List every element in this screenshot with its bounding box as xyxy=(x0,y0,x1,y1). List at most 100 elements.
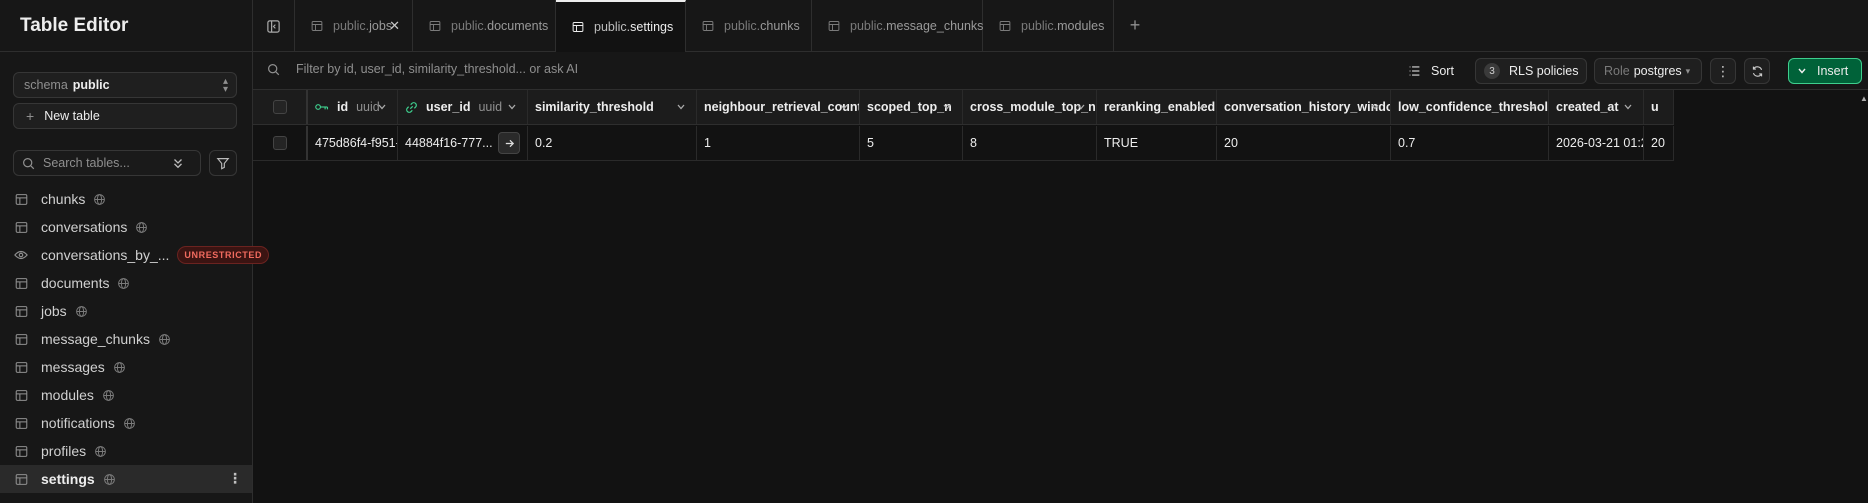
sort-button[interactable]: Sort xyxy=(1408,58,1454,84)
tab-schema: public. xyxy=(451,19,488,33)
column-header-created_at[interactable]: created_at xyxy=(1549,90,1644,124)
column-header-reranking_enabled[interactable]: reranking_enabled xyxy=(1097,90,1217,124)
search-tables-input[interactable]: Search tables... xyxy=(13,150,201,176)
more-options-button[interactable]: ⋮ xyxy=(1710,58,1736,84)
column-header-user_id[interactable]: user_id uuid xyxy=(398,90,528,124)
more-vertical-icon[interactable]: ⋮ xyxy=(228,471,242,485)
cell-neighbour_retrieval_count[interactable]: 1 xyxy=(697,126,860,160)
chevron-down-icon[interactable] xyxy=(1196,102,1206,112)
globe-icon xyxy=(95,445,107,457)
sidebar-item-jobs[interactable]: jobs xyxy=(0,297,252,325)
column-header-scoped_top_n[interactable]: scoped_top_n xyxy=(860,90,963,124)
insert-button[interactable]: Insert xyxy=(1788,58,1862,84)
open-reference-button[interactable] xyxy=(498,132,520,154)
cell-value: 20 xyxy=(1224,136,1238,150)
schema-select[interactable]: schema public ▴ ▾ xyxy=(13,72,237,98)
chevron-down-icon[interactable] xyxy=(1528,102,1538,112)
table-icon xyxy=(15,305,27,317)
sidebar-item-message_chunks[interactable]: message_chunks xyxy=(0,325,252,353)
table-icon xyxy=(999,21,1011,31)
view-icon-wrap xyxy=(14,248,28,262)
cell-u[interactable]: 20 xyxy=(1644,126,1674,160)
sidebar-item-label: modules xyxy=(41,387,94,403)
chevron-down-icon[interactable] xyxy=(839,102,849,112)
cell-reranking_enabled[interactable]: TRUE xyxy=(1097,126,1217,160)
role-select[interactable]: Role postgres ▾ xyxy=(1594,58,1702,84)
public-globe-icon xyxy=(103,473,116,486)
close-icon[interactable]: ✕ xyxy=(389,18,400,34)
globe-icon xyxy=(94,193,106,205)
tab-chunks[interactable]: public. chunks xyxy=(686,0,812,52)
public-globe-icon xyxy=(135,221,148,234)
column-header-id[interactable]: id uuid xyxy=(308,90,398,124)
column-header-neighbour_retrieval_count[interactable]: neighbour_retrieval_count xyxy=(697,90,860,124)
chevron-down-icon[interactable] xyxy=(377,102,387,112)
sidebar-item-modules[interactable]: modules xyxy=(0,381,252,409)
cell-value: 0.7 xyxy=(1398,136,1416,150)
tab-documents[interactable]: public. documents xyxy=(413,0,556,52)
cell-user_id[interactable]: 44884f16-777... xyxy=(398,126,528,160)
sidebar-item-settings[interactable]: settings ⋮ xyxy=(0,465,252,493)
tab-schema: public. xyxy=(724,19,761,33)
tab-name: settings xyxy=(630,20,674,34)
tab-table-icon xyxy=(572,21,584,33)
chevron-down-icon[interactable] xyxy=(942,102,952,112)
scroll-up-icon[interactable]: ▲ xyxy=(1860,94,1868,103)
refresh-button[interactable] xyxy=(1744,58,1770,84)
sort-label: Sort xyxy=(1431,64,1454,78)
globe-icon xyxy=(136,221,148,233)
column-header-similarity_threshold[interactable]: similarity_threshold xyxy=(528,90,697,124)
tab-modules[interactable]: public. modules xyxy=(983,0,1114,52)
cell-created_at[interactable]: 2026-03-21 01:23 xyxy=(1549,126,1644,160)
cell-conversation_history_window[interactable]: 20 xyxy=(1217,126,1391,160)
sidebar-item-label: profiles xyxy=(41,443,87,459)
vertical-scrollbar[interactable]: ▲ xyxy=(1860,90,1868,503)
filter-input[interactable]: Filter by id, user_id, similarity_thresh… xyxy=(267,62,578,76)
sidebar-item-label: conversations_by_... xyxy=(41,247,170,263)
sidebar-item-chunks[interactable]: chunks xyxy=(0,185,252,213)
sidebar-item-notifications[interactable]: notifications xyxy=(0,409,252,437)
tab-jobs[interactable]: public. jobs ✕ xyxy=(295,0,413,52)
column-header-conversation_history_window[interactable]: conversation_history_window xyxy=(1217,90,1391,124)
toggle-sidebar-button[interactable] xyxy=(253,0,295,52)
tab-name: chunks xyxy=(760,19,800,33)
globe-icon xyxy=(118,277,130,289)
table-icon-wrap xyxy=(14,304,28,318)
sidebar-item-conversations_by_[interactable]: conversations_by_... UNRESTRICTED xyxy=(0,241,270,269)
cell-cross_module_top_n[interactable]: 8 xyxy=(963,126,1097,160)
tab-message_chunks[interactable]: public. message_chunks xyxy=(812,0,983,52)
public-globe-icon xyxy=(123,417,136,430)
row-checkbox[interactable] xyxy=(272,136,287,150)
chevrons-down-icon[interactable] xyxy=(171,156,185,170)
table-icon-wrap xyxy=(14,360,28,374)
new-table-button[interactable]: + New table xyxy=(13,103,237,129)
tab-settings[interactable]: public. settings xyxy=(556,0,686,53)
column-header-cross_module_top_n[interactable]: cross_module_top_n xyxy=(963,90,1097,124)
cell-scoped_top_n[interactable]: 5 xyxy=(860,126,963,160)
filter-tables-button[interactable] xyxy=(209,150,237,176)
column-name: created_at xyxy=(1556,100,1619,114)
cell-low_confidence_threshold[interactable]: 0.7 xyxy=(1391,126,1549,160)
chevron-down-icon[interactable] xyxy=(1623,102,1633,112)
chevron-down-icon[interactable] xyxy=(1076,102,1086,112)
chevron-down-icon[interactable] xyxy=(507,102,517,112)
cell-similarity_threshold[interactable]: 0.2 xyxy=(528,126,697,160)
table-list: chunks conversations conversations_by_... U… xyxy=(0,185,270,493)
data-grid: id uuid user_id uuid similarity_threshold nei… xyxy=(253,90,1860,503)
sidebar-item-conversations[interactable]: conversations xyxy=(0,213,252,241)
column-header-u[interactable]: u xyxy=(1644,90,1674,124)
table-icon xyxy=(15,361,27,373)
table-icon xyxy=(15,333,27,345)
rls-policies-button[interactable]: 3 RLS policies xyxy=(1475,58,1587,84)
cell-id[interactable]: 475d86f4-f951-43 xyxy=(308,126,398,160)
public-globe-icon xyxy=(94,445,107,458)
chevron-down-icon[interactable] xyxy=(1370,102,1380,112)
table-row[interactable]: 475d86f4-f951-43 44884f16-777... 0.2 1 5 8 TRU… xyxy=(253,126,1674,161)
column-header-low_confidence_threshold[interactable]: low_confidence_threshold xyxy=(1391,90,1549,124)
select-all-checkbox[interactable] xyxy=(272,100,287,114)
add-tab-button[interactable]: + xyxy=(1114,0,1156,51)
chevron-down-icon[interactable] xyxy=(676,102,686,112)
sidebar-item-messages[interactable]: messages xyxy=(0,353,252,381)
sidebar-item-profiles[interactable]: profiles xyxy=(0,437,252,465)
sidebar-item-documents[interactable]: documents xyxy=(0,269,252,297)
